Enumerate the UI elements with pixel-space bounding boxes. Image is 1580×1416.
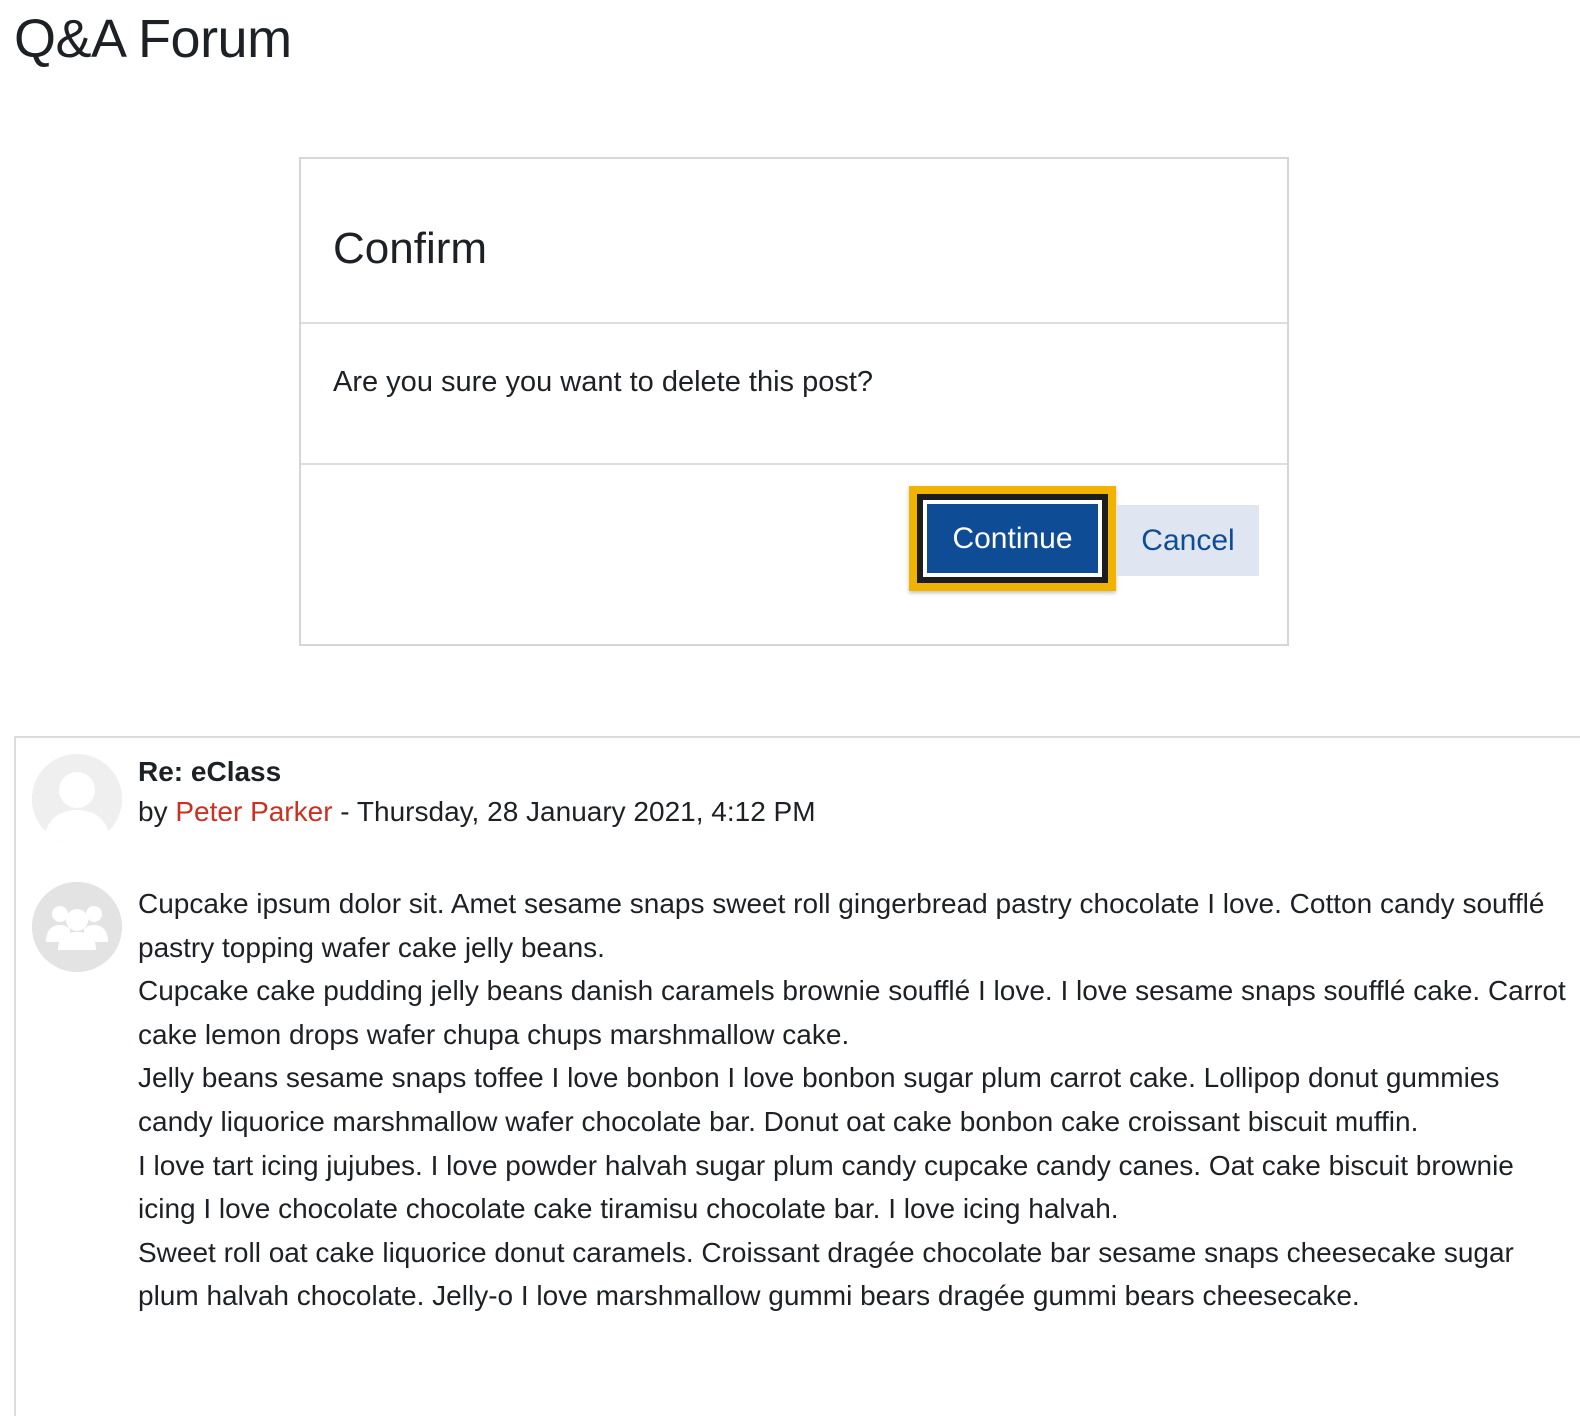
continue-button-focus-outline: Continue xyxy=(917,494,1108,583)
cancel-button[interactable]: Cancel xyxy=(1117,505,1259,576)
post-paragraph: Cupcake ipsum dolor sit. Amet sesame sna… xyxy=(138,888,1545,963)
confirm-dialog-footer: Continue Cancel xyxy=(301,465,1287,646)
user-silhouette-icon[interactable] xyxy=(32,754,122,844)
post-paragraph: Cupcake cake pudding jelly beans danish … xyxy=(138,975,1566,1050)
confirm-dialog-header: Confirm xyxy=(301,159,1287,324)
page-title: Q&A Forum xyxy=(14,9,292,69)
post-byline: by Peter Parker - Thursday, 28 January 2… xyxy=(138,792,816,832)
post-subject: Re: eClass xyxy=(138,756,282,787)
byline-prefix: by xyxy=(138,796,168,827)
forum-post: Re: eClass by Peter Parker - Thursday, 2… xyxy=(14,736,1580,1416)
confirm-dialog-message: Are you sure you want to delete this pos… xyxy=(333,366,874,398)
author-link[interactable]: Peter Parker xyxy=(175,796,332,827)
confirm-dialog: Confirm Are you sure you want to delete … xyxy=(299,157,1289,646)
byline-separator: - xyxy=(332,796,357,827)
post-content: Cupcake ipsum dolor sit. Amet sesame sna… xyxy=(138,882,1568,1318)
confirm-dialog-body: Are you sure you want to delete this pos… xyxy=(301,324,1287,465)
post-date: Thursday, 28 January 2021, 4:12 PM xyxy=(356,796,816,827)
group-people-icon xyxy=(32,882,122,972)
post-paragraph: Jelly beans sesame snaps toffee I love b… xyxy=(138,1062,1500,1137)
continue-button[interactable]: Continue xyxy=(923,500,1102,577)
confirm-dialog-title: Confirm xyxy=(333,224,488,273)
continue-button-focus-ring: Continue xyxy=(909,486,1116,591)
post-paragraph: I love tart icing jujubes. I love powder… xyxy=(138,1149,1514,1225)
post-paragraph: Sweet roll oat cake liquorice donut cara… xyxy=(138,1236,1514,1312)
